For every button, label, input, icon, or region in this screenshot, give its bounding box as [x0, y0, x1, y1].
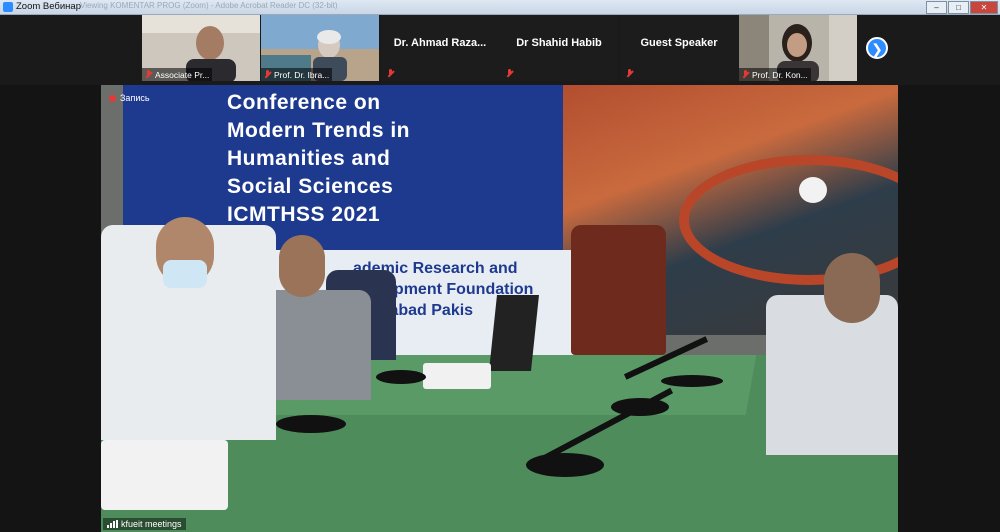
muted-mic-icon	[145, 70, 152, 79]
zoom-app-icon	[3, 2, 13, 12]
background-window-title: Viewing KOMENTAR PROG (Zoom) - Adobe Acr…	[80, 1, 338, 10]
person-head	[279, 235, 325, 297]
recording-label: Запись	[120, 93, 150, 103]
signal-bars-icon	[107, 520, 118, 528]
participant-name: Prof. Dr. Kon...	[752, 69, 808, 80]
banner-title: Conference on Modern Trends in Humanitie…	[227, 91, 411, 226]
participant-tile[interactable]: Prof. Dr. Kon...	[739, 15, 857, 81]
participant-tile[interactable]: Guest Speaker	[620, 15, 738, 81]
projector	[101, 440, 228, 510]
person-head	[824, 253, 880, 323]
person	[766, 295, 898, 455]
muted-mic-icon	[387, 69, 394, 78]
muted-mic-icon	[264, 70, 271, 79]
face-mask	[163, 260, 207, 288]
participant-tile[interactable]: Associate Pr...	[142, 15, 260, 81]
main-video-view[interactable]: Запись Conference on Modern Trends in Hu…	[101, 85, 898, 532]
window-controls: – □ ✕	[926, 1, 998, 14]
maximize-button[interactable]: □	[948, 1, 969, 14]
window-title: Zoom Вебинар	[16, 1, 81, 12]
participant-tile[interactable]: Dr. Ahmad Raza...	[381, 15, 499, 81]
minimize-button[interactable]: –	[926, 1, 947, 14]
recording-indicator: Запись	[109, 93, 150, 103]
microphone-base	[276, 415, 346, 433]
laptop	[489, 295, 539, 371]
muted-mic-icon	[626, 69, 633, 78]
muted-mic-icon	[742, 70, 749, 79]
participant-name: Guest Speaker	[640, 37, 718, 49]
chair	[571, 225, 666, 355]
next-page-button[interactable]: ❯	[866, 37, 888, 59]
participant-name: Dr Shahid Habib	[516, 37, 602, 49]
tissue-box	[423, 363, 491, 389]
chevron-right-icon: ❯	[871, 41, 883, 57]
meeting-name-label: kfueit meetings	[103, 518, 186, 530]
participant-tile[interactable]: Prof. Dr. Ibra...	[261, 15, 379, 81]
participant-name: Prof. Dr. Ibra...	[274, 69, 330, 80]
participant-name-bar: Prof. Dr. Kon...	[739, 68, 811, 81]
window-titlebar: Zoom Вебинар Viewing KOMENTAR PROG (Zoom…	[0, 0, 1000, 15]
microphone-base	[376, 370, 426, 384]
participant-name-bar: Associate Pr...	[142, 68, 213, 81]
record-dot-icon	[109, 94, 116, 102]
participant-tile[interactable]: Dr Shahid Habib	[500, 15, 618, 81]
participant-name: Associate Pr...	[155, 69, 210, 80]
meeting-name: kfueit meetings	[121, 519, 182, 529]
participant-name: Dr. Ahmad Raza...	[393, 37, 487, 49]
muted-mic-icon	[506, 69, 513, 78]
participant-name-bar: Prof. Dr. Ibra...	[261, 68, 333, 81]
close-button[interactable]: ✕	[970, 1, 998, 14]
participant-strip: Associate Pr... Prof. Dr. Ibra... Dr. Ah…	[0, 15, 1000, 85]
microphone-base	[661, 375, 723, 387]
